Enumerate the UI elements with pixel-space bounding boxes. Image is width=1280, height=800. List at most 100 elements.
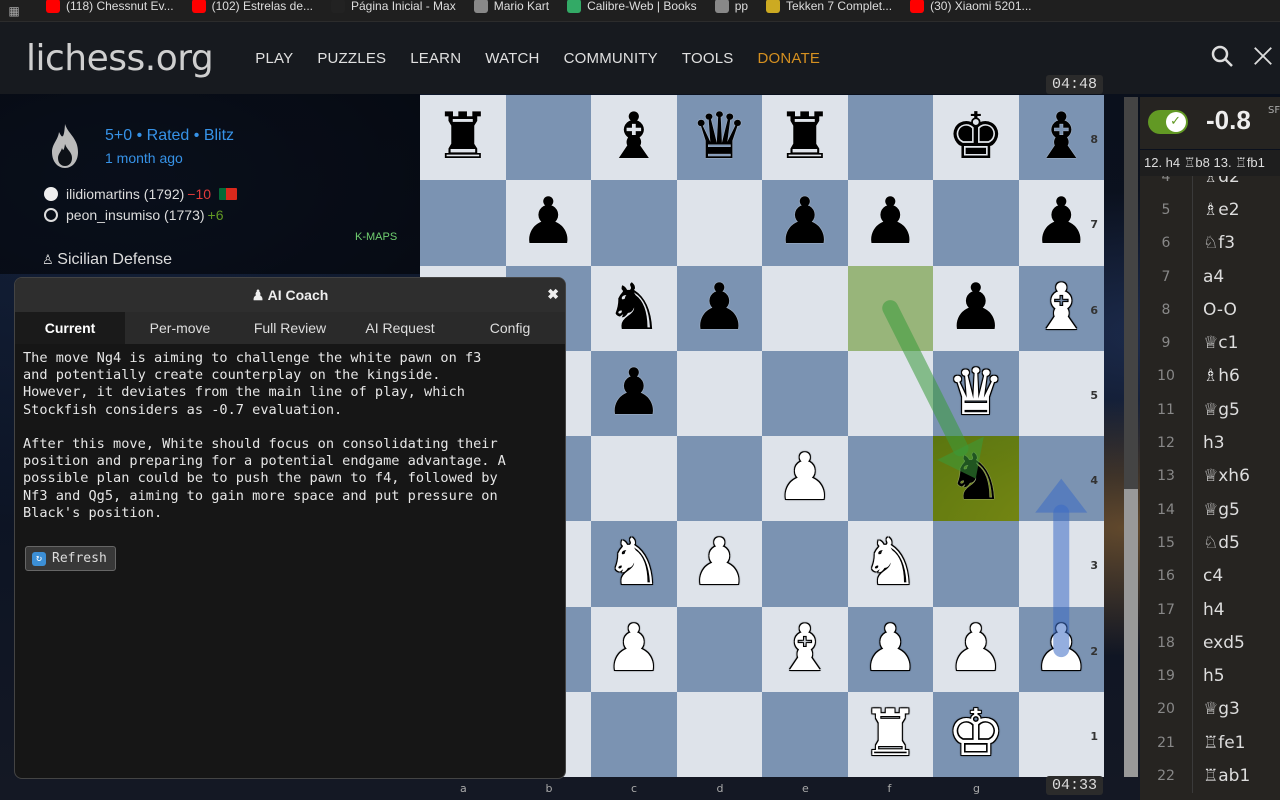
move-san[interactable]: ♕g5: [1192, 492, 1240, 527]
white-bishop-icon[interactable]: ♝: [1019, 266, 1105, 351]
move-san[interactable]: ♕g5: [1192, 393, 1240, 427]
square-d5[interactable]: [676, 350, 762, 436]
bookmark-item[interactable]: Página Inicial - Max: [331, 0, 456, 13]
white-pawn-icon[interactable]: ♟: [933, 607, 1019, 692]
black-pawn-icon[interactable]: ♟: [677, 266, 763, 351]
bookmark-item[interactable]: Tekken 7 Complet...: [766, 0, 892, 13]
square-e1[interactable]: [762, 691, 848, 777]
crossed-swords-icon[interactable]: [1252, 44, 1274, 68]
square-f8[interactable]: [847, 95, 933, 181]
square-e6[interactable]: [762, 265, 848, 351]
move-row[interactable]: 14 ♕g5: [1140, 492, 1280, 527]
square-b8[interactable]: [505, 95, 591, 181]
move-row[interactable]: 9 ♕c1: [1140, 326, 1280, 360]
black-pawn-icon[interactable]: ♟: [762, 180, 848, 265]
black-bishop-icon[interactable]: ♝: [591, 95, 677, 180]
move-row[interactable]: 6 ♘f3: [1140, 226, 1280, 260]
move-row[interactable]: 12 h3: [1140, 426, 1280, 460]
ai-coach-titlebar[interactable]: ♟ AI Coach ✖: [15, 278, 565, 312]
square-d4[interactable]: [676, 436, 762, 522]
move-san[interactable]: h4: [1192, 592, 1225, 627]
move-row[interactable]: 19 h5: [1140, 659, 1280, 693]
black-king-icon[interactable]: ♚: [933, 95, 1019, 180]
opening-name[interactable]: ♙ Sicilian Defense: [42, 251, 172, 269]
move-row[interactable]: 4 ♗d2: [1140, 176, 1280, 194]
square-g3[interactable]: [933, 521, 1019, 607]
move-row[interactable]: 8 O-O: [1140, 293, 1280, 327]
move-row[interactable]: 22 ♖ab1: [1140, 759, 1280, 793]
black-rook-icon[interactable]: ♜: [762, 95, 848, 180]
refresh-button[interactable]: ↻ Refresh: [25, 546, 116, 571]
black-knight-icon[interactable]: ♞: [591, 266, 677, 351]
move-row[interactable]: 17 h4: [1140, 592, 1280, 627]
move-row[interactable]: 18 exd5: [1140, 626, 1280, 660]
apps-grid-icon[interactable]: ▦: [0, 4, 28, 18]
move-san[interactable]: a4: [1192, 259, 1224, 294]
black-player-name[interactable]: peon_insumiso (1773): [66, 207, 205, 223]
principal-variation[interactable]: 12. h4 ♖b8 13. ♖fb1: [1140, 150, 1280, 176]
black-queen-icon[interactable]: ♛: [677, 95, 763, 180]
white-pawn-icon[interactable]: ♟: [1019, 607, 1105, 692]
white-pawn-icon[interactable]: ♟: [677, 521, 763, 606]
tab-ai-request[interactable]: AI Request: [345, 312, 455, 344]
square-f5[interactable]: [847, 350, 933, 436]
search-icon[interactable]: [1210, 44, 1234, 68]
move-san[interactable]: c4: [1192, 559, 1223, 593]
square-e5[interactable]: [762, 350, 848, 436]
white-rook-icon[interactable]: ♜: [848, 692, 934, 777]
move-row[interactable]: 11 ♕g5: [1140, 393, 1280, 427]
nav-puzzles[interactable]: PUZZLES: [305, 50, 398, 67]
move-san[interactable]: ♕c1: [1192, 326, 1238, 360]
site-logo[interactable]: lichess.org: [26, 38, 214, 79]
move-san[interactable]: h3: [1192, 426, 1225, 460]
white-player-row[interactable]: ilidiomartins (1792) −10: [44, 186, 238, 202]
bookmark-item[interactable]: Mario Kart: [473, 0, 549, 13]
move-san[interactable]: ♗d2: [1192, 176, 1240, 194]
move-row[interactable]: 16 c4: [1140, 559, 1280, 593]
white-player-name[interactable]: ilidiomartins (1792): [66, 186, 184, 202]
black-bishop-icon[interactable]: ♝: [1019, 95, 1105, 180]
move-row[interactable]: 15 ♘d5: [1140, 526, 1280, 560]
square-c4[interactable]: [591, 436, 677, 522]
move-san[interactable]: ♖fe1: [1192, 726, 1246, 760]
tab-full-review[interactable]: Full Review: [235, 312, 345, 344]
square-d7[interactable]: [676, 180, 762, 266]
move-san[interactable]: ♘d5: [1192, 526, 1240, 560]
move-san[interactable]: ♗h6: [1192, 359, 1240, 394]
nav-play[interactable]: PLAY: [243, 50, 305, 67]
square-g7[interactable]: [933, 180, 1019, 266]
black-player-row[interactable]: peon_insumiso (1773) +6: [44, 207, 224, 223]
move-san[interactable]: ♕g3: [1192, 692, 1240, 727]
bookmark-item[interactable]: (118) Chessnut Ev...: [46, 0, 174, 13]
move-row[interactable]: 10 ♗h6: [1140, 359, 1280, 394]
move-san[interactable]: exd5: [1192, 626, 1245, 660]
nav-tools[interactable]: TOOLS: [670, 50, 746, 67]
nav-community[interactable]: COMMUNITY: [552, 50, 670, 67]
white-pawn-icon[interactable]: ♟: [762, 436, 848, 521]
white-pawn-icon[interactable]: ♟: [848, 607, 934, 692]
nav-learn[interactable]: LEARN: [398, 50, 473, 67]
move-row[interactable]: 5 ♗e2: [1140, 193, 1280, 227]
tab-per-move[interactable]: Per-move: [125, 312, 235, 344]
move-row[interactable]: 20 ♕g3: [1140, 692, 1280, 727]
move-row[interactable]: 21 ♖fe1: [1140, 726, 1280, 760]
square-e3[interactable]: [762, 521, 848, 607]
white-queen-icon[interactable]: ♛: [933, 351, 1019, 436]
square-a7[interactable]: [420, 180, 506, 266]
bookmark-item[interactable]: (102) Estrelas de...: [191, 0, 313, 13]
black-pawn-icon[interactable]: ♟: [933, 266, 1019, 351]
black-knight-icon[interactable]: ♞: [933, 436, 1019, 521]
white-bishop-icon[interactable]: ♝: [762, 607, 848, 692]
bookmark-item[interactable]: pp: [714, 0, 748, 13]
white-king-icon[interactable]: ♚: [933, 692, 1019, 777]
nav-watch[interactable]: WATCH: [473, 50, 551, 67]
engine-toggle[interactable]: ✓: [1148, 110, 1188, 134]
move-row[interactable]: 13 ♕xh6: [1140, 459, 1280, 493]
move-san[interactable]: h5: [1192, 659, 1225, 693]
black-pawn-icon[interactable]: ♟: [848, 180, 934, 265]
move-row[interactable]: 7 a4: [1140, 259, 1280, 294]
black-pawn-icon[interactable]: ♟: [591, 351, 677, 436]
black-pawn-icon[interactable]: ♟: [506, 180, 592, 265]
white-pawn-icon[interactable]: ♟: [591, 607, 677, 692]
square-f4[interactable]: [847, 436, 933, 522]
